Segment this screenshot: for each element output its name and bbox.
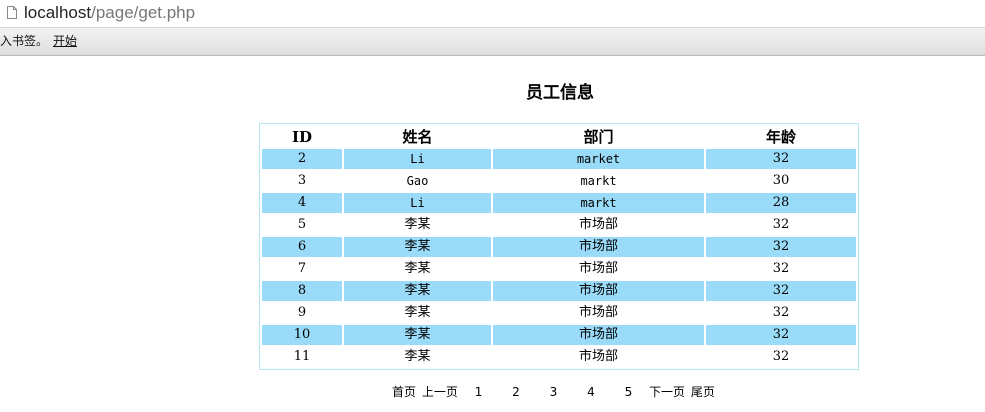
cell-dept: 市场部	[578, 217, 618, 232]
cell-age: 32	[772, 261, 790, 276]
table-row: 6 李某 市场部 32	[262, 237, 856, 257]
cell-id: 7	[297, 261, 307, 276]
cell-name: 李某	[344, 237, 491, 257]
header-id: ID	[291, 127, 313, 146]
cell-dept: 市场部	[493, 325, 704, 345]
header-dept: 部门	[583, 128, 614, 146]
cell-dept: 市场部	[578, 305, 618, 320]
cell-dept: 市场部	[578, 261, 618, 276]
cell-name: Li	[344, 193, 491, 213]
table-row: 2 Li market 32	[262, 149, 856, 169]
cell-age: 32	[706, 325, 856, 345]
url-text[interactable]: localhost/page/get.php	[24, 3, 195, 23]
cell-id: 3	[297, 173, 307, 188]
cell-name: 李某	[404, 217, 431, 232]
cell-id: 5	[297, 217, 307, 232]
cell-id: 9	[297, 305, 307, 320]
pager-page-5[interactable]: 5	[625, 384, 633, 400]
bookmark-start-link[interactable]: 开始	[53, 34, 77, 48]
cell-dept: markt	[580, 174, 617, 188]
cell-age: 28	[706, 193, 856, 213]
cell-dept: 市场部	[493, 281, 704, 301]
cell-name: 李某	[344, 281, 491, 301]
cell-name: 李某	[404, 349, 431, 364]
header-age: 年龄	[765, 128, 796, 146]
pager-last-link[interactable]: 尾页	[691, 384, 715, 400]
cell-age: 32	[772, 349, 790, 364]
cell-age: 30	[772, 173, 790, 188]
cell-age: 32	[706, 149, 856, 169]
pager-page-2[interactable]: 2	[512, 384, 520, 400]
cell-age: 32	[706, 237, 856, 257]
table-row: 5 李某 市场部 32	[262, 215, 856, 235]
pager-prev-link[interactable]: 上一页	[422, 384, 458, 400]
pager-first-link[interactable]: 首页	[392, 384, 416, 400]
header-name: 姓名	[402, 128, 433, 146]
cell-dept: 市场部	[578, 349, 618, 364]
cell-dept: markt	[493, 193, 704, 213]
cell-id: 6	[262, 237, 342, 257]
cell-age: 32	[772, 217, 790, 232]
cell-age: 32	[706, 281, 856, 301]
cell-id: 8	[262, 281, 342, 301]
pagination: 首页 上一页 1 2 3 4 5 下一页 尾页	[392, 384, 715, 400]
cell-name: 李某	[344, 325, 491, 345]
bookmarks-bar: 入书签。 开始	[0, 28, 985, 56]
cell-name: Gao	[406, 174, 429, 188]
url-path: /page/get.php	[91, 3, 196, 22]
cell-age: 32	[772, 305, 790, 320]
url-host: localhost	[24, 3, 92, 22]
table-row: 7 李某 市场部 32	[262, 259, 856, 279]
pager-page-4[interactable]: 4	[587, 384, 595, 400]
pager-page-1[interactable]: 1	[475, 384, 483, 400]
pager-page-3[interactable]: 3	[550, 384, 558, 400]
page-icon	[7, 6, 17, 19]
table-row: 8 李某 市场部 32	[262, 281, 856, 301]
employee-table: ID 姓名 部门 年龄 2 Li market 32 3 Gao markt 30 4 Li mar…	[259, 123, 859, 370]
cell-dept: market	[493, 149, 704, 169]
cell-id: 10	[262, 325, 342, 345]
cell-name: Li	[344, 149, 491, 169]
address-bar[interactable]: localhost/page/get.php	[0, 0, 985, 28]
table-row: 11 李某 市场部 32	[262, 347, 856, 367]
cell-id: 11	[293, 349, 311, 364]
cell-name: 李某	[404, 261, 431, 276]
table-row: 9 李某 市场部 32	[262, 303, 856, 323]
page-title: 员工信息	[526, 83, 594, 103]
cell-id: 4	[262, 193, 342, 213]
cell-id: 2	[262, 149, 342, 169]
cell-dept: 市场部	[493, 237, 704, 257]
table-row: 4 Li markt 28	[262, 193, 856, 213]
bookmarks-prefix-text: 入书签。	[0, 34, 49, 48]
table-header-row: ID 姓名 部门 年龄	[262, 126, 856, 147]
pager-next-link[interactable]: 下一页	[649, 384, 685, 400]
cell-name: 李某	[404, 305, 431, 320]
table-row: 3 Gao markt 30	[262, 171, 856, 191]
table-row: 10 李某 市场部 32	[262, 325, 856, 345]
